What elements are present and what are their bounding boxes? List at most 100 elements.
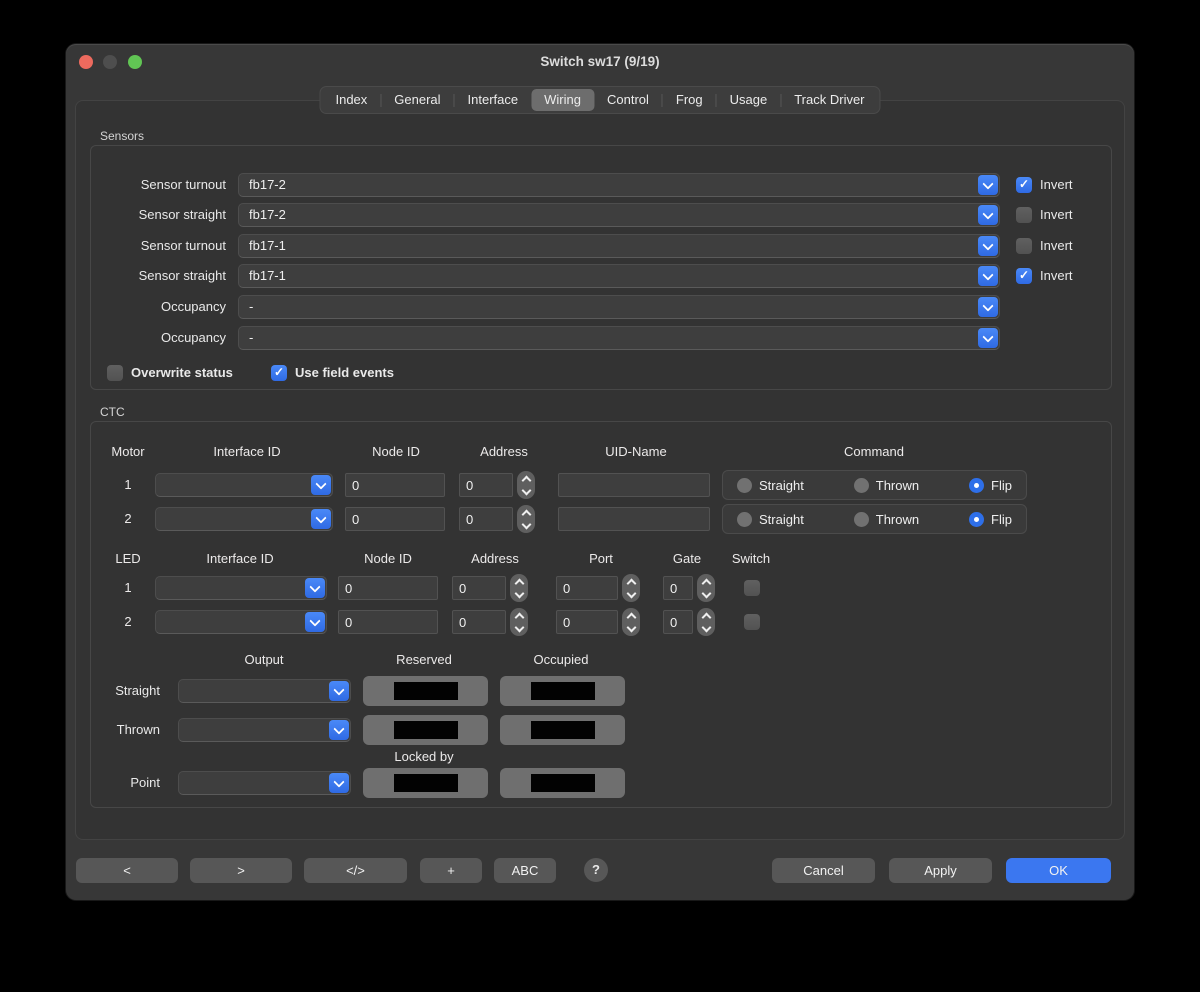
- motor2-address-input[interactable]: [459, 507, 513, 531]
- tab-interface[interactable]: Interface: [455, 89, 532, 111]
- apply-button[interactable]: Apply: [889, 858, 992, 883]
- motor2-uid-input[interactable]: [558, 507, 710, 531]
- window-title: Switch sw17 (9/19): [66, 54, 1134, 69]
- sensor-straight2-label: Sensor straight: [90, 264, 226, 288]
- occupancy-value-2: -: [249, 327, 253, 349]
- invert-checkbox-2[interactable]: [1016, 207, 1032, 223]
- motor1-node-input[interactable]: [345, 473, 445, 497]
- radio-selected-icon[interactable]: [969, 512, 984, 527]
- chevron-down-icon[interactable]: [311, 475, 331, 495]
- led1-gate-input[interactable]: [663, 576, 693, 600]
- led1-gate-stepper[interactable]: [697, 574, 715, 602]
- chevron-down-icon[interactable]: [305, 612, 325, 632]
- led1-port-input[interactable]: [556, 576, 618, 600]
- radio-icon[interactable]: [854, 478, 869, 493]
- titlebar[interactable]: Switch sw17 (9/19): [66, 44, 1134, 80]
- tab-control[interactable]: Control: [594, 89, 662, 111]
- led2-interface-combo[interactable]: [155, 610, 327, 634]
- sensor-turnout-combo[interactable]: fb17-2: [238, 173, 1000, 197]
- motor1-flip-option[interactable]: Flip: [969, 478, 1012, 493]
- output-straight-combo[interactable]: [178, 679, 351, 703]
- point-locked-by-color-button[interactable]: [363, 768, 488, 798]
- output-point-combo[interactable]: [178, 771, 351, 795]
- tab-frog[interactable]: Frog: [663, 89, 716, 111]
- tab-general[interactable]: General: [381, 89, 453, 111]
- led1-switch-checkbox[interactable]: [744, 580, 760, 596]
- chevron-down-icon[interactable]: [978, 236, 998, 256]
- tab-track-driver[interactable]: Track Driver: [781, 89, 877, 111]
- help-button[interactable]: ?: [584, 858, 608, 882]
- chevron-down-icon[interactable]: [978, 205, 998, 225]
- motor-address-header: Address: [480, 444, 528, 459]
- thrown-reserved-color-button[interactable]: [363, 715, 488, 745]
- add-button[interactable]: +: [420, 858, 482, 883]
- overwrite-status-checkbox[interactable]: [107, 365, 123, 381]
- occupancy-combo-1[interactable]: -: [238, 295, 1000, 319]
- chevron-down-icon[interactable]: [978, 266, 998, 286]
- chevron-down-icon[interactable]: [978, 297, 998, 317]
- motor2-command-group: Straight Thrown Flip: [722, 504, 1027, 534]
- invert-checkbox-3[interactable]: [1016, 238, 1032, 254]
- abc-button[interactable]: ABC: [494, 858, 556, 883]
- motor2-flip-option[interactable]: Flip: [969, 512, 1012, 527]
- motor2-thrown-option[interactable]: Thrown: [854, 512, 919, 527]
- motor2-interface-combo[interactable]: [155, 507, 333, 531]
- sensor-straight2-combo[interactable]: fb17-1: [238, 264, 1000, 288]
- led1-interface-combo[interactable]: [155, 576, 327, 600]
- led1-node-input[interactable]: [338, 576, 438, 600]
- chevron-down-icon[interactable]: [329, 720, 349, 740]
- cancel-button[interactable]: Cancel: [772, 858, 875, 883]
- motor1-uid-input[interactable]: [558, 473, 710, 497]
- radio-icon[interactable]: [737, 478, 752, 493]
- motor2-node-input[interactable]: [345, 507, 445, 531]
- chevron-down-icon[interactable]: [978, 175, 998, 195]
- motor2-straight-option[interactable]: Straight: [737, 512, 804, 527]
- chevron-down-icon[interactable]: [329, 773, 349, 793]
- led2-node-input[interactable]: [338, 610, 438, 634]
- sensor-straight-combo[interactable]: fb17-2: [238, 203, 1000, 227]
- next-button[interactable]: >: [190, 858, 292, 883]
- invert-checkbox-1[interactable]: [1016, 177, 1032, 193]
- radio-icon[interactable]: [854, 512, 869, 527]
- chevron-down-icon[interactable]: [329, 681, 349, 701]
- radio-selected-icon[interactable]: [969, 478, 984, 493]
- led2-port-stepper[interactable]: [622, 608, 640, 636]
- sensor-turnout2-combo[interactable]: fb17-1: [238, 234, 1000, 258]
- motor-row2-index: 2: [124, 511, 131, 526]
- motor1-thrown-option[interactable]: Thrown: [854, 478, 919, 493]
- prev-button[interactable]: <: [76, 858, 178, 883]
- xml-code-button[interactable]: </>: [304, 858, 407, 883]
- led1-address-input[interactable]: [452, 576, 506, 600]
- straight-reserved-color-button[interactable]: [363, 676, 488, 706]
- thrown-occupied-color-button[interactable]: [500, 715, 625, 745]
- led1-address-stepper[interactable]: [510, 574, 528, 602]
- led2-gate-input[interactable]: [663, 610, 693, 634]
- chevron-down-icon[interactable]: [311, 509, 331, 529]
- output-thrown-combo[interactable]: [178, 718, 351, 742]
- chevron-down-icon[interactable]: [978, 328, 998, 348]
- motor2-address-stepper[interactable]: [517, 505, 535, 533]
- point-occupied-color-button[interactable]: [500, 768, 625, 798]
- invert-checkbox-4[interactable]: [1016, 268, 1032, 284]
- tab-wiring[interactable]: Wiring: [531, 89, 594, 111]
- led2-address-input[interactable]: [452, 610, 506, 634]
- led1-port-stepper[interactable]: [622, 574, 640, 602]
- led2-address-stepper[interactable]: [510, 608, 528, 636]
- motor1-interface-combo[interactable]: [155, 473, 333, 497]
- led2-port-input[interactable]: [556, 610, 618, 634]
- motor1-address-stepper[interactable]: [517, 471, 535, 499]
- led2-gate-stepper[interactable]: [697, 608, 715, 636]
- led2-switch-checkbox[interactable]: [744, 614, 760, 630]
- tab-index[interactable]: Index: [322, 89, 380, 111]
- ok-button[interactable]: OK: [1006, 858, 1111, 883]
- motor1-straight-option[interactable]: Straight: [737, 478, 804, 493]
- radio-icon[interactable]: [737, 512, 752, 527]
- use-field-events-checkbox[interactable]: [271, 365, 287, 381]
- chevron-down-icon[interactable]: [305, 578, 325, 598]
- motor1-address-input[interactable]: [459, 473, 513, 497]
- tab-usage[interactable]: Usage: [717, 89, 781, 111]
- overwrite-status-label: Overwrite status: [131, 365, 233, 381]
- motor-col-header: Motor: [111, 444, 144, 459]
- straight-occupied-color-button[interactable]: [500, 676, 625, 706]
- occupancy-combo-2[interactable]: -: [238, 326, 1000, 350]
